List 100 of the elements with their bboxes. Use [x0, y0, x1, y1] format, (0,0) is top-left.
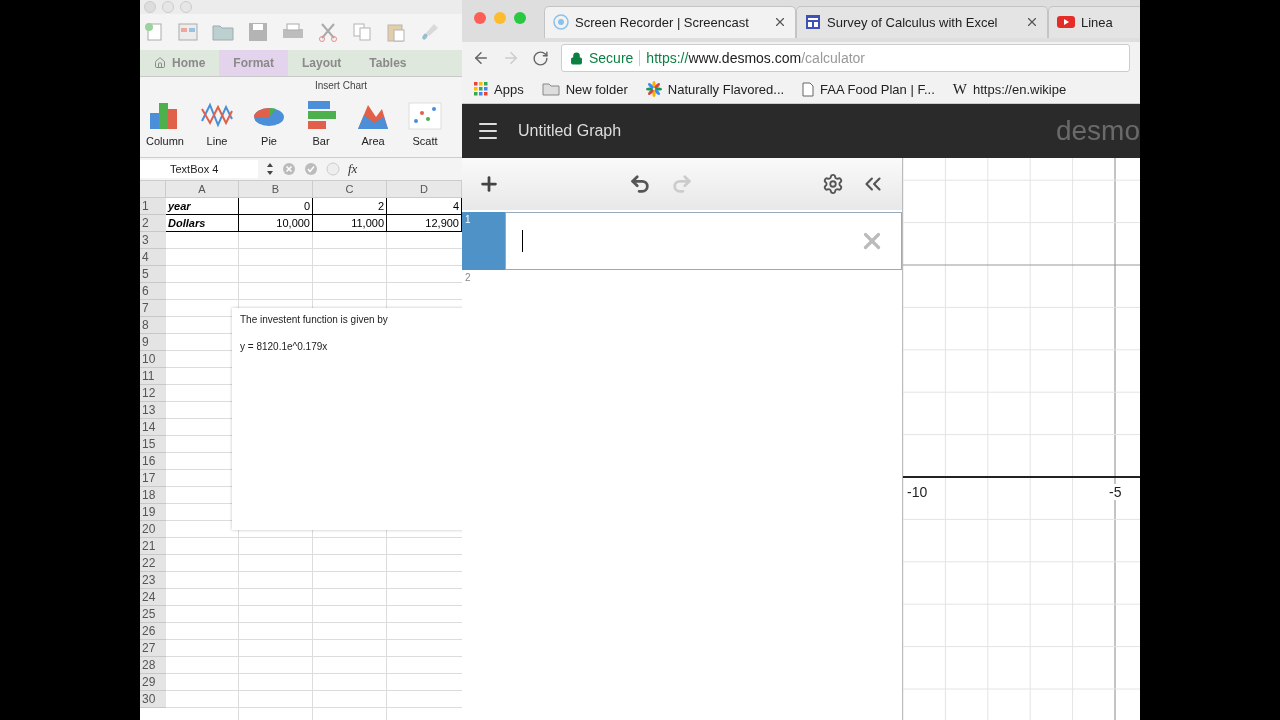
flower-icon — [645, 81, 662, 98]
row-number[interactable]: 21 — [140, 538, 166, 555]
row-number[interactable]: 29 — [140, 674, 166, 691]
bookmark-link[interactable]: FAA Food Plan | F... — [802, 81, 935, 97]
browser-tab[interactable]: Screen Recorder | Screencast — [544, 5, 796, 38]
close-window-button[interactable] — [474, 11, 486, 24]
apps-grid-icon — [474, 82, 488, 97]
row-number[interactable]: 5 — [140, 266, 166, 283]
row-number[interactable]: 28 — [140, 657, 166, 674]
row-number[interactable]: 19 — [140, 504, 166, 521]
chart-type-button[interactable]: Area — [350, 99, 396, 157]
record-icon — [553, 14, 569, 31]
browser-tab[interactable]: Survey of Calculus with Excel — [796, 5, 1048, 38]
row-number[interactable]: 20 — [140, 521, 166, 538]
name-box[interactable]: TextBox 4 — [140, 160, 258, 178]
letter-heading[interactable]: C — [313, 181, 387, 198]
expression-field[interactable] — [505, 212, 902, 270]
add-icon[interactable] — [478, 173, 500, 195]
letter-heading[interactable]: A — [166, 181, 239, 198]
row-number[interactable]: 15 — [140, 436, 166, 453]
row-number[interactable]: 14 — [140, 419, 166, 436]
select-all-corner[interactable] — [140, 181, 166, 198]
function-symbol[interactable]: fx — [348, 161, 358, 177]
scatter-chart-icon — [408, 99, 442, 131]
zoom-window-button[interactable] — [514, 11, 526, 24]
letter-heading[interactable]: B — [239, 181, 313, 198]
chart-type-button[interactable]: Bar — [298, 99, 344, 157]
address-bar[interactable]: Secure https://www.desmos.com/calculator — [561, 44, 1130, 73]
row-number[interactable]: 4 — [140, 249, 166, 266]
axis-tick-label: -5 — [1109, 484, 1122, 500]
row-number[interactable]: 10 — [140, 351, 166, 368]
window-control[interactable] — [162, 1, 174, 13]
table-cell: 12,900 — [387, 215, 462, 232]
table-cell: year — [166, 198, 239, 215]
page-icon — [802, 81, 815, 97]
cancel-icon[interactable] — [282, 162, 296, 176]
bookmark-link[interactable]: Naturally Flavored... — [645, 81, 785, 98]
scissors-icon[interactable] — [318, 22, 338, 42]
chart-type-button[interactable]: Column — [142, 99, 188, 157]
settings-icon[interactable] — [822, 173, 844, 195]
row-number[interactable]: 7 — [140, 300, 166, 317]
table-cell: 2 — [313, 198, 387, 215]
home-icon — [154, 57, 166, 69]
row-number[interactable]: 2 — [140, 215, 166, 232]
window-control[interactable] — [144, 1, 156, 13]
row-number[interactable]: 11 — [140, 368, 166, 385]
gallery-icon[interactable] — [178, 22, 198, 42]
text-box-line: The investent function is given by — [240, 314, 389, 325]
chart-type-button[interactable]: Line — [194, 99, 240, 157]
confirm-icon[interactable] — [304, 162, 318, 176]
folder-icon[interactable] — [212, 22, 234, 42]
save-icon[interactable] — [248, 22, 268, 42]
window-control[interactable] — [180, 1, 192, 13]
bookmark-link[interactable]: Apps — [474, 81, 524, 97]
row-number[interactable]: 9 — [140, 334, 166, 351]
chart-type-button[interactable]: Pie — [246, 99, 292, 157]
row-number[interactable]: 13 — [140, 402, 166, 419]
row-number[interactable]: 8 — [140, 317, 166, 334]
row-number[interactable]: 26 — [140, 623, 166, 640]
wiki-icon: W — [952, 80, 967, 98]
table-cell: Dollars — [166, 215, 239, 232]
table-cell: 0 — [239, 198, 313, 215]
row-number[interactable]: 1 — [140, 198, 166, 215]
stepper-icon[interactable] — [266, 162, 274, 176]
new-document-icon[interactable] — [144, 22, 164, 42]
row-number[interactable]: 18 — [140, 487, 166, 504]
reload-icon[interactable] — [532, 49, 549, 67]
row-number[interactable]: 22 — [140, 555, 166, 572]
expression-number: 1 — [462, 212, 505, 270]
row-number[interactable]: 16 — [140, 453, 166, 470]
layout-icon — [805, 14, 821, 31]
function-icon[interactable] — [326, 162, 340, 176]
play-icon — [1057, 15, 1075, 30]
letter-heading[interactable]: D — [387, 181, 462, 198]
paste-icon[interactable] — [386, 22, 406, 42]
row-number[interactable]: 3 — [140, 232, 166, 249]
folder-icon — [541, 82, 560, 97]
lock-icon — [570, 51, 583, 65]
table-cell: 11,000 — [313, 215, 387, 232]
minimize-window-button[interactable] — [494, 11, 506, 24]
row-number[interactable]: 30 — [140, 691, 166, 708]
row-number[interactable]: 23 — [140, 572, 166, 589]
row-number[interactable]: 25 — [140, 606, 166, 623]
row-number[interactable]: 6 — [140, 283, 166, 300]
table-cell: 4 — [387, 198, 462, 215]
text-box-line: y = 8120.1e^0.179x — [240, 341, 329, 352]
chart-type-button[interactable]: Scatt — [402, 99, 448, 157]
bookmark-link[interactable]: New folder — [541, 81, 628, 97]
row-number[interactable]: 12 — [140, 385, 166, 402]
graph-title[interactable]: Untitled Graph — [518, 122, 1038, 140]
copy-icon[interactable] — [352, 22, 372, 42]
group-title: Insert Chart — [140, 77, 462, 95]
row-number[interactable]: 17 — [140, 470, 166, 487]
brush-icon[interactable] — [420, 22, 440, 42]
table-cell: 10,000 — [239, 215, 313, 232]
row-number[interactable]: 24 — [140, 589, 166, 606]
browser-tab[interactable]: Linea — [1048, 5, 1140, 38]
bookmark-link[interactable]: W https://en.wikipe — [952, 80, 1067, 98]
undo-icon[interactable] — [629, 173, 651, 195]
row-number[interactable]: 27 — [140, 640, 166, 657]
